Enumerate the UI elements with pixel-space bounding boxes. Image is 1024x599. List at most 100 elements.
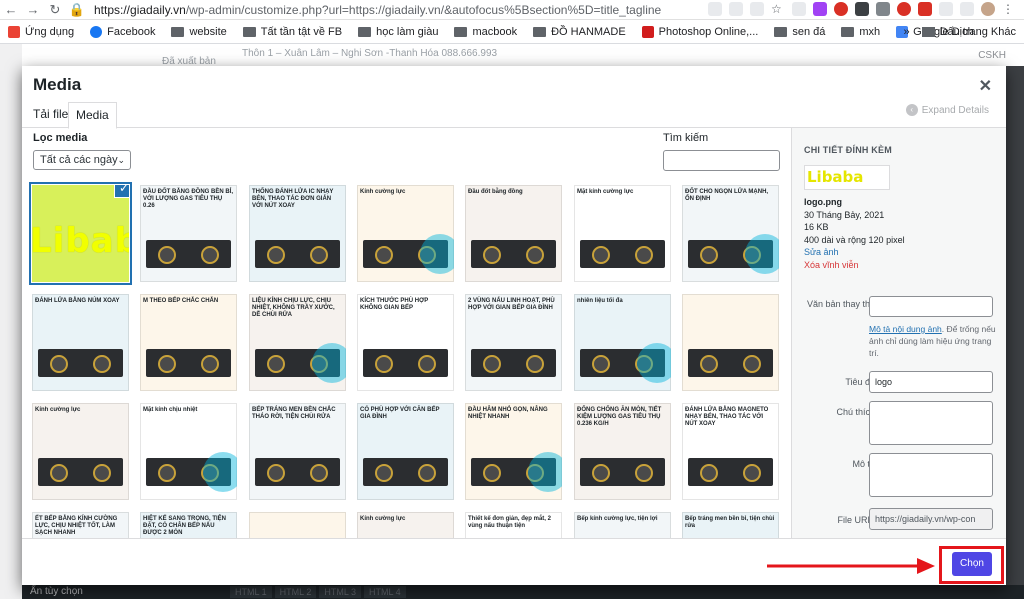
kebab-menu-icon[interactable]: ⋮ xyxy=(1002,2,1016,16)
zoom-icon[interactable] xyxy=(750,2,764,16)
other-bookmarks[interactable]: » Dấu trang Khác xyxy=(903,26,1016,38)
attachment-tile[interactable]: Kính cường lực xyxy=(357,185,454,282)
description-textarea[interactable] xyxy=(869,453,993,497)
attachment-tile[interactable]: Libaba ✓ xyxy=(32,185,129,282)
bookmark-label: Facebook xyxy=(107,25,156,38)
site-contact-info: Thôn 1 – Xuân Lâm – Nghi Sơn -Thanh Hóa … xyxy=(242,48,498,59)
attachment-tile[interactable]: Kính cường lực xyxy=(32,403,129,500)
media-browser: Lọc media Tất cả các ngày ⌄ Tìm kiếm Lib… xyxy=(22,128,791,538)
flame-glow-graphic xyxy=(203,452,237,492)
html-tab[interactable]: HTML 2 xyxy=(274,586,317,598)
bookmark-mxh[interactable]: mxh xyxy=(841,26,880,38)
attachment-tile[interactable]: Mặt kính chịu nhiệt xyxy=(140,403,237,500)
modal-title: Media xyxy=(33,75,82,94)
attachment-tile[interactable]: ĐỐNG CHỐNG ĂN MÒN, TIẾT KIỆM LƯỢNG GAS T… xyxy=(574,403,671,500)
attachment-tile[interactable]: HIỆT KẾ SANG TRỌNG, TIỆN ĐẶT, CÓ CHÂN BẾ… xyxy=(140,512,237,538)
attachment-tile[interactable]: Kính cường lực xyxy=(357,512,454,538)
attachment-tile[interactable]: ĐẦU ĐỐT BẰNG ĐỒNG BỀN BỈ, VỚI LƯỢNG GAS … xyxy=(140,185,237,282)
folder-icon xyxy=(533,26,547,37)
attachment-tile[interactable]: ẾT BẾP BẰNG KÍNH CƯỜNG LỰC, CHỊU NHIỆT T… xyxy=(32,512,129,538)
back-icon[interactable]: ← xyxy=(0,2,22,17)
lock-icon[interactable]: 🔒 xyxy=(66,2,88,18)
attachment-details-heading: CHI TIẾT ĐÍNH KÈM xyxy=(804,145,892,155)
attachment-tile[interactable]: ĐẦU HÂM NHỎ GỌN, NÂNG NHIỆT NHANH xyxy=(465,403,562,500)
attachment-tile[interactable]: Mặt kính cường lực xyxy=(574,185,671,282)
attachment-caption: THỐNG ĐÁNH LỬA IC NHẠY BÉN, THAO TÁC ĐƠN… xyxy=(252,189,334,209)
bookmark-fb-tips[interactable]: Tất tần tật về FB xyxy=(242,26,342,38)
alt-text-input[interactable] xyxy=(869,296,993,317)
tab-media-library[interactable]: Media xyxy=(68,102,117,129)
date-filter-select[interactable]: Tất cả các ngày ⌄ xyxy=(33,150,131,170)
checkmark-icon[interactable]: ✓ xyxy=(115,185,129,197)
cast-icon[interactable] xyxy=(708,2,722,16)
attachment-tile[interactable]: LIỆU KÍNH CHỊU LỰC, CHỊU NHIỆT, KHÔNG TR… xyxy=(249,294,346,391)
image-extension-icon[interactable] xyxy=(855,2,869,16)
bookmarks-overflow-icon[interactable]: » xyxy=(903,26,909,38)
attachment-tile[interactable]: Bếp tráng men bền bỉ, tiện chùi rửa xyxy=(682,512,779,538)
search-input[interactable] xyxy=(663,150,780,171)
reload-icon[interactable]: ↻ xyxy=(44,2,66,18)
bookmark-star-icon[interactable]: ☆ xyxy=(771,2,785,16)
gas-stove-image xyxy=(580,458,665,486)
toolbar-extension-icon[interactable] xyxy=(939,2,953,16)
site-preview-header: Đã xuất bản Thôn 1 – Xuân Lâm – Nghi Sơn… xyxy=(22,44,1024,67)
flame-glow-graphic xyxy=(637,343,671,383)
expand-details-button[interactable]: ‹ Expand Details xyxy=(905,104,989,116)
annotation-arrow xyxy=(767,558,935,574)
puzzle-icon[interactable] xyxy=(960,2,974,16)
attachment-tile[interactable] xyxy=(249,512,346,538)
attachment-tile[interactable]: CÓ PHÙ HỢP VỚI CĂN BẾP GIA ĐÌNH xyxy=(357,403,454,500)
dimensions: 400 dài và rộng 120 pixel xyxy=(804,234,905,245)
attachment-tile[interactable]: ĐÁNH LỬA BẰNG NÚM XOAY xyxy=(32,294,129,391)
alt-text-help-link[interactable]: Mô tả nội dung ảnh xyxy=(869,324,942,334)
close-icon[interactable]: ✕ xyxy=(979,76,992,96)
qr-icon[interactable] xyxy=(729,2,743,16)
camera-extension-icon[interactable] xyxy=(876,2,890,16)
attachment-tile[interactable] xyxy=(682,294,779,391)
attachment-tile[interactable]: 2 VÙNG NẤU LINH HOẠT, PHÙ HỢP VỚI GIAN B… xyxy=(465,294,562,391)
attachment-tile[interactable]: Thiết kế đơn giản, đẹp mắt, 2 vùng nấu t… xyxy=(465,512,562,538)
attachment-tile[interactable]: THỐNG ĐÁNH LỬA IC NHẠY BÉN, THAO TÁC ĐƠN… xyxy=(249,185,346,282)
forward-icon[interactable]: → xyxy=(22,2,44,17)
bookmark-label: Ứng dụng xyxy=(25,25,75,38)
attachment-tile[interactable]: nhiên liệu tối đa xyxy=(574,294,671,391)
attachment-tile[interactable]: KÍCH THƯỚC PHÙ HỢP KHÔNG GIAN BẾP xyxy=(357,294,454,391)
url-field[interactable]: https://giadaily.vn/wp-admin/customize.p… xyxy=(94,3,684,17)
attachment-tile[interactable]: Bếp kính cường lực, tiện lợi xyxy=(574,512,671,538)
hide-controls-button[interactable]: Ẩn tùy chọn xyxy=(30,586,83,597)
adblock-icon[interactable] xyxy=(897,2,911,16)
bookmark-photoshop[interactable]: Photoshop Online,... xyxy=(641,25,758,38)
check-extension-icon[interactable] xyxy=(792,2,806,16)
bookmark-website[interactable]: website xyxy=(171,26,227,38)
profile-avatar[interactable] xyxy=(981,2,995,16)
html-tab[interactable]: HTML 4 xyxy=(364,586,406,598)
attachment-caption: M THEO BẾP CHẮC CHẮN xyxy=(143,298,219,304)
url-path: /wp-admin/customize.php?url=https://giad… xyxy=(185,2,662,17)
edit-image-link[interactable]: Sửa ảnh xyxy=(804,246,905,259)
apps-icon xyxy=(8,25,20,38)
bookmark-handmade[interactable]: ĐỒ HANMADE xyxy=(533,26,626,38)
attachment-caption: ĐỐT CHO NGỌN LỬA MẠNH, ỔN ĐỊNH xyxy=(685,189,769,202)
attachment-tile[interactable]: ĐỐT CHO NGỌN LỬA MẠNH, ỔN ĐỊNH xyxy=(682,185,779,282)
chevron-left-icon: ‹ xyxy=(905,104,918,116)
attachment-tile[interactable]: ĐÁNH LỬA BẰNG MAGNETO NHẠY BÉN, THAO TÁC… xyxy=(682,403,779,500)
caption-textarea[interactable] xyxy=(869,401,993,445)
bookmark-sen-da[interactable]: sen đá xyxy=(774,26,825,38)
file-url-input[interactable]: https://giadaily.vn/wp-con xyxy=(869,508,993,530)
html-tab[interactable]: HTML 3 xyxy=(319,586,362,598)
attachment-tile[interactable]: M THEO BẾP CHẮC CHẮN xyxy=(140,294,237,391)
attachment-tile[interactable]: Đầu đốt bằng đồng xyxy=(465,185,562,282)
bookmark-macbook[interactable]: macbook xyxy=(454,26,517,38)
gas-stove-image xyxy=(146,349,231,377)
title-input[interactable]: logo xyxy=(869,371,993,393)
html-tab[interactable]: HTML 1 xyxy=(230,586,272,598)
pen-extension-icon[interactable] xyxy=(813,2,827,16)
bookmark-facebook[interactable]: Facebook xyxy=(90,25,156,38)
record-extension-icon[interactable] xyxy=(834,2,848,16)
bookmark-hoc-lam-giau[interactable]: học làm giàu xyxy=(358,26,438,38)
attachment-tile[interactable]: BẾP TRÁNG MEN BỀN CHẮC THÁO RỜI, TIỆN CH… xyxy=(249,403,346,500)
attachment-meta: logo.png 30 Tháng Bảy, 2021 16 KB 400 dà… xyxy=(804,196,905,271)
bookmark-apps[interactable]: Ứng dụng xyxy=(8,25,75,38)
video-extension-icon[interactable] xyxy=(918,2,932,16)
delete-permanently-link[interactable]: Xóa vĩnh viễn xyxy=(804,259,905,272)
